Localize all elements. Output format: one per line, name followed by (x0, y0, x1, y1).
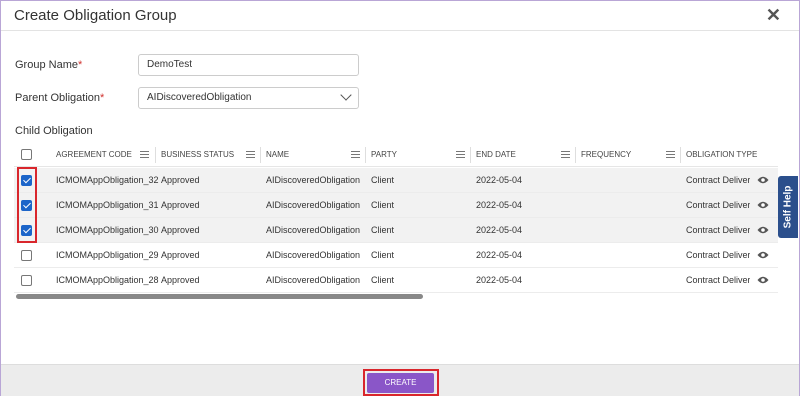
name-cell: AIDiscoveredObligation (266, 275, 361, 285)
column-menu-icon[interactable] (666, 151, 675, 159)
child-obligation-grid: AGREEMENT CODE BUSINESS STATUS NAME PART… (14, 143, 778, 301)
end-date-cell: 2022-05-04 (476, 225, 523, 235)
agreement-code-cell: ICMOMAppObligation_31 (56, 200, 159, 210)
column-divider (680, 147, 681, 163)
business-status-cell: Approved (161, 250, 200, 260)
child-obligation-label: Child Obligation (15, 125, 93, 137)
obligation-type-cell: Contract Deliverat (686, 175, 750, 185)
self-help-label: Self Help (782, 185, 794, 229)
party-cell: Client (371, 200, 395, 210)
business-status-cell: Approved (161, 225, 200, 235)
close-icon[interactable]: ✕ (766, 5, 781, 26)
column-header-business-status[interactable]: BUSINESS STATUS (161, 143, 234, 167)
row-checkbox[interactable] (21, 275, 32, 286)
parent-obligation-value: AIDiscoveredObligation (147, 92, 252, 103)
row-checkbox[interactable] (21, 250, 32, 261)
chevron-down-icon (340, 89, 352, 101)
column-divider (365, 147, 366, 163)
party-cell: Client (371, 225, 395, 235)
column-divider (470, 147, 471, 163)
create-obligation-group-dialog: Create Obligation Group ✕ Group Name* De… (0, 0, 800, 396)
obligation-type-cell: Contract Deliverat (686, 250, 750, 260)
end-date-cell: 2022-05-04 (476, 175, 523, 185)
obligation-type-cell: Contract Deliverat (686, 200, 750, 210)
column-menu-icon[interactable] (456, 151, 465, 159)
dialog-header: Create Obligation Group ✕ (1, 1, 799, 31)
eye-icon[interactable] (757, 251, 769, 259)
party-cell: Client (371, 175, 395, 185)
name-cell: AIDiscoveredObligation (266, 175, 361, 185)
checkbox-highlight-box (17, 167, 37, 243)
end-date-cell: 2022-05-04 (476, 275, 523, 285)
parent-obligation-label: Parent Obligation* (15, 92, 104, 104)
business-status-cell: Approved (161, 175, 200, 185)
scrollbar-thumb[interactable] (16, 294, 423, 299)
table-row[interactable]: ICMOMAppObligation_32 Approved AIDiscove… (14, 168, 778, 193)
grid-header-row: AGREEMENT CODE BUSINESS STATUS NAME PART… (14, 143, 778, 167)
eye-icon[interactable] (757, 176, 769, 184)
create-button[interactable]: CREATE (367, 373, 434, 393)
agreement-code-cell: ICMOMAppObligation_28 (56, 275, 159, 285)
column-menu-icon[interactable] (351, 151, 360, 159)
name-cell: AIDiscoveredObligation (266, 250, 361, 260)
end-date-cell: 2022-05-04 (476, 200, 523, 210)
dialog-title: Create Obligation Group (14, 7, 177, 24)
column-menu-icon[interactable] (246, 151, 255, 159)
group-name-input[interactable]: DemoTest (138, 54, 359, 76)
table-row[interactable]: ICMOMAppObligation_30 Approved AIDiscove… (14, 218, 778, 243)
obligation-type-cell: Contract Deliverat (686, 225, 750, 235)
table-row[interactable]: ICMOMAppObligation_29 Approved AIDiscove… (14, 243, 778, 268)
parent-obligation-label-text: Parent Obligation (15, 92, 100, 104)
end-date-cell: 2022-05-04 (476, 250, 523, 260)
name-cell: AIDiscoveredObligation (266, 200, 361, 210)
self-help-tab[interactable]: Self Help (778, 176, 798, 238)
business-status-cell: Approved (161, 200, 200, 210)
party-cell: Client (371, 250, 395, 260)
column-divider (575, 147, 576, 163)
table-row[interactable]: ICMOMAppObligation_28 Approved AIDiscove… (14, 268, 778, 293)
agreement-code-cell: ICMOMAppObligation_29 (56, 250, 159, 260)
obligation-type-cell: Contract Deliverat (686, 275, 750, 285)
required-marker: * (100, 92, 105, 104)
party-cell: Client (371, 275, 395, 285)
eye-icon[interactable] (757, 226, 769, 234)
column-divider (260, 147, 261, 163)
agreement-code-cell: ICMOMAppObligation_30 (56, 225, 159, 235)
column-header-frequency[interactable]: FREQUENCY (581, 143, 631, 167)
group-name-label-text: Group Name (15, 59, 78, 71)
group-name-value: DemoTest (147, 59, 193, 70)
column-header-agreement-code[interactable]: AGREEMENT CODE (56, 143, 132, 167)
required-marker: * (77, 59, 83, 71)
column-divider (155, 147, 156, 163)
column-header-obligation-type[interactable]: OBLIGATION TYPE (686, 143, 757, 167)
column-menu-icon[interactable] (561, 151, 570, 159)
column-header-party[interactable]: PARTY (371, 143, 397, 167)
eye-icon[interactable] (757, 276, 769, 284)
group-name-label: Group Name* (15, 59, 82, 71)
table-row[interactable]: ICMOMAppObligation_31 Approved AIDiscove… (14, 193, 778, 218)
column-header-end-date[interactable]: END DATE (476, 143, 516, 167)
column-header-name[interactable]: NAME (266, 143, 289, 167)
grid-horizontal-scrollbar[interactable] (14, 294, 778, 300)
name-cell: AIDiscoveredObligation (266, 225, 361, 235)
agreement-code-cell: ICMOMAppObligation_32 (56, 175, 159, 185)
select-all-checkbox[interactable] (21, 149, 32, 160)
business-status-cell: Approved (161, 275, 200, 285)
eye-icon[interactable] (757, 201, 769, 209)
column-menu-icon[interactable] (140, 151, 149, 159)
parent-obligation-select[interactable]: AIDiscoveredObligation (138, 87, 359, 109)
